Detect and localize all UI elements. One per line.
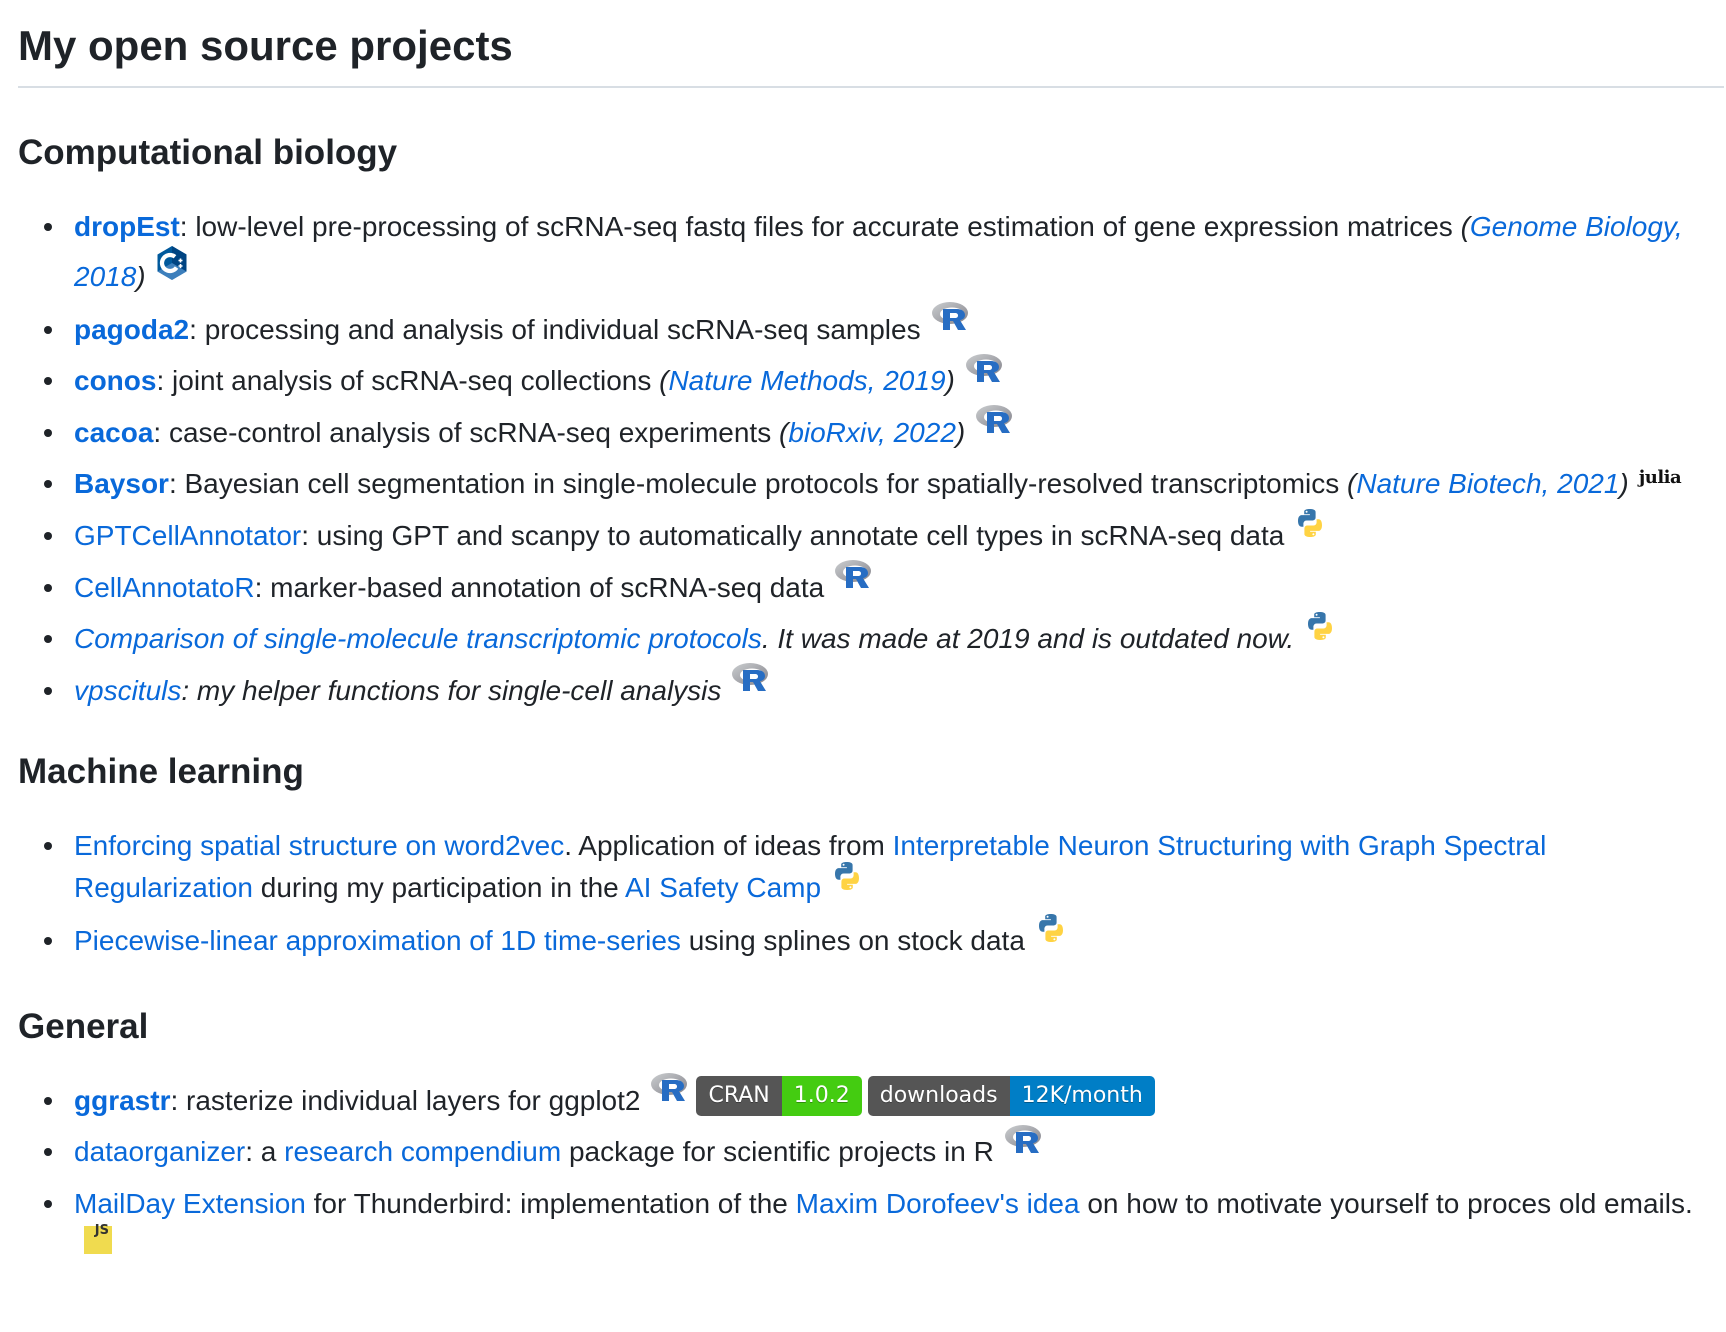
list-item-comparison-protocols: Comparison of single-molecule transcript… — [44, 614, 1714, 666]
badge-value: 1.0.2 — [781, 1075, 862, 1116]
item-description: : case-control analysis of scRNA-seq exp… — [153, 416, 779, 448]
pub-open: ( — [1347, 468, 1357, 500]
list-item-gptcellannotator: GPTCellAnnotator: using GPT and scanpy t… — [44, 511, 1714, 563]
r-icon — [1004, 1121, 1044, 1171]
link-piecewise-linear[interactable]: Piecewise-linear approximation of 1D tim… — [74, 925, 681, 956]
badge-value: 12K/month — [1009, 1075, 1155, 1116]
pub-close: ) — [955, 416, 966, 448]
item-description: : rasterize individual layers for ggplot… — [170, 1084, 641, 1116]
python-icon — [831, 860, 863, 904]
item-description: package for scientific projects in R — [561, 1136, 994, 1168]
list-item-conos: conos: joint analysis of scRNA-seq colle… — [44, 356, 1714, 408]
link-pagoda2[interactable]: pagoda2 — [74, 314, 189, 345]
item-description: . Application of ideas from — [564, 830, 893, 862]
pub-close: ) — [1619, 468, 1629, 500]
item-description: : marker-based annotation of scRNA-seq d… — [254, 571, 825, 603]
pub-open: ( — [1460, 211, 1470, 242]
item-description: : a — [245, 1136, 285, 1168]
section-heading-machine-learning: Machine learning — [18, 752, 304, 792]
r-icon — [965, 350, 1005, 400]
item-description: using splines on stock data — [680, 925, 1025, 957]
list-general: ggrastr: rasterize individual layers for… — [18, 1076, 1708, 1271]
pub-close: ) — [136, 261, 146, 292]
item-description: : my helper functions for single-cell an… — [181, 674, 722, 706]
item-description: : low-level pre-processing of scRNA-seq … — [179, 211, 1461, 242]
item-description: : using GPT and scanpy to automatically … — [301, 520, 1285, 552]
section-heading-general: General — [18, 1006, 149, 1046]
link-ai-safety-camp[interactable]: AI Safety Camp — [625, 872, 821, 903]
downloads-badge[interactable]: downloads 12K/month — [867, 1075, 1155, 1116]
badge-group: CRAN 1.0.2 downloads 12K/month — [696, 1069, 1160, 1119]
item-description: : joint analysis of scRNA-seq collection… — [156, 365, 660, 397]
list-item-pagoda2: pagoda2: processing and analysis of indi… — [44, 305, 1714, 357]
item-description: on how to motivate yourself to proces ol… — [1079, 1187, 1693, 1219]
r-icon — [650, 1069, 690, 1119]
link-research-compendium[interactable]: research compendium — [284, 1136, 561, 1167]
link-conos[interactable]: conos — [74, 365, 156, 396]
list-item-dropest: dropEst: low-level pre-processing of scR… — [44, 202, 1714, 305]
pub-close: ) — [945, 365, 955, 397]
page: My open source projects Computational bi… — [0, 0, 1726, 1271]
link-dropest[interactable]: dropEst — [74, 211, 180, 242]
r-icon — [834, 556, 874, 606]
list-machine-learning: Enforcing spatial structure on word2vec.… — [18, 821, 1708, 967]
link-word2vec[interactable]: Enforcing spatial structure on word2vec — [74, 830, 564, 861]
list-item-vpscituls: vpscituls: my helper functions for singl… — [44, 666, 1714, 718]
item-description: . It was made at 2019 and is outdated no… — [761, 623, 1295, 655]
cpp-icon — [156, 245, 188, 297]
list-item-ggrastr: ggrastr: rasterize individual layers for… — [44, 1076, 1714, 1128]
r-icon — [731, 659, 771, 709]
link-publication-nature-methods[interactable]: Nature Methods, 2019 — [668, 365, 945, 396]
badge-label: downloads — [867, 1075, 1010, 1116]
list-item-baysor: Baysor: Bayesian cell segmentation in si… — [44, 459, 1714, 511]
link-baysor[interactable]: Baysor — [74, 468, 169, 499]
link-publication-nature-biotech[interactable]: Nature Biotech, 2021 — [1356, 468, 1619, 499]
item-description: during my participation in the — [253, 872, 625, 904]
page-title: My open source projects — [18, 0, 1724, 88]
link-cacoa[interactable]: cacoa — [74, 417, 153, 448]
list-item-cacoa: cacoa: case-control analysis of scRNA-se… — [44, 408, 1714, 460]
link-dorofeev-idea[interactable]: Maxim Dorofeev's idea — [796, 1188, 1080, 1219]
item-description: : processing and analysis of individual … — [189, 313, 921, 345]
list-item-dataorganizer: dataorganizer: a research compendium pac… — [44, 1127, 1714, 1179]
list-item-cellannotator: CellAnnotatoR: marker-based annotation o… — [44, 563, 1714, 615]
link-cellannotator[interactable]: CellAnnotatoR — [74, 572, 255, 603]
list-item-mailday: MailDay Extension for Thunderbird: imple… — [44, 1179, 1714, 1271]
pub-open: ( — [778, 416, 789, 448]
link-gptcellannotator[interactable]: GPTCellAnnotator — [74, 520, 301, 551]
badge-label: CRAN — [696, 1075, 782, 1116]
js-icon: JS — [84, 1223, 112, 1254]
python-icon — [1304, 608, 1336, 658]
list-computational-biology: dropEst: low-level pre-processing of scR… — [18, 202, 1708, 717]
link-vpscituls[interactable]: vpscituls — [74, 675, 181, 706]
item-description: for Thunderbird: implementation of the — [305, 1187, 796, 1219]
julia-icon: julia — [1638, 467, 1682, 489]
section-heading-computational-biology: Computational biology — [18, 133, 398, 172]
item-description: : Bayesian cell segmentation in single-m… — [168, 468, 1348, 500]
link-dataorganizer[interactable]: dataorganizer — [74, 1136, 245, 1167]
link-comparison-protocols[interactable]: Comparison of single-molecule transcript… — [74, 623, 762, 654]
link-ggrastr[interactable]: ggrastr — [74, 1085, 170, 1116]
python-icon — [1035, 910, 1067, 960]
r-icon — [975, 401, 1015, 451]
link-publication-biorxiv[interactable]: bioRxiv, 2022 — [788, 417, 956, 448]
cran-badge[interactable]: CRAN 1.0.2 — [696, 1075, 862, 1116]
r-icon — [931, 298, 971, 348]
list-item-piecewise-linear: Piecewise-linear approximation of 1D tim… — [44, 916, 1714, 968]
python-icon — [1294, 505, 1326, 555]
list-item-word2vec: Enforcing spatial structure on word2vec.… — [44, 821, 1714, 916]
